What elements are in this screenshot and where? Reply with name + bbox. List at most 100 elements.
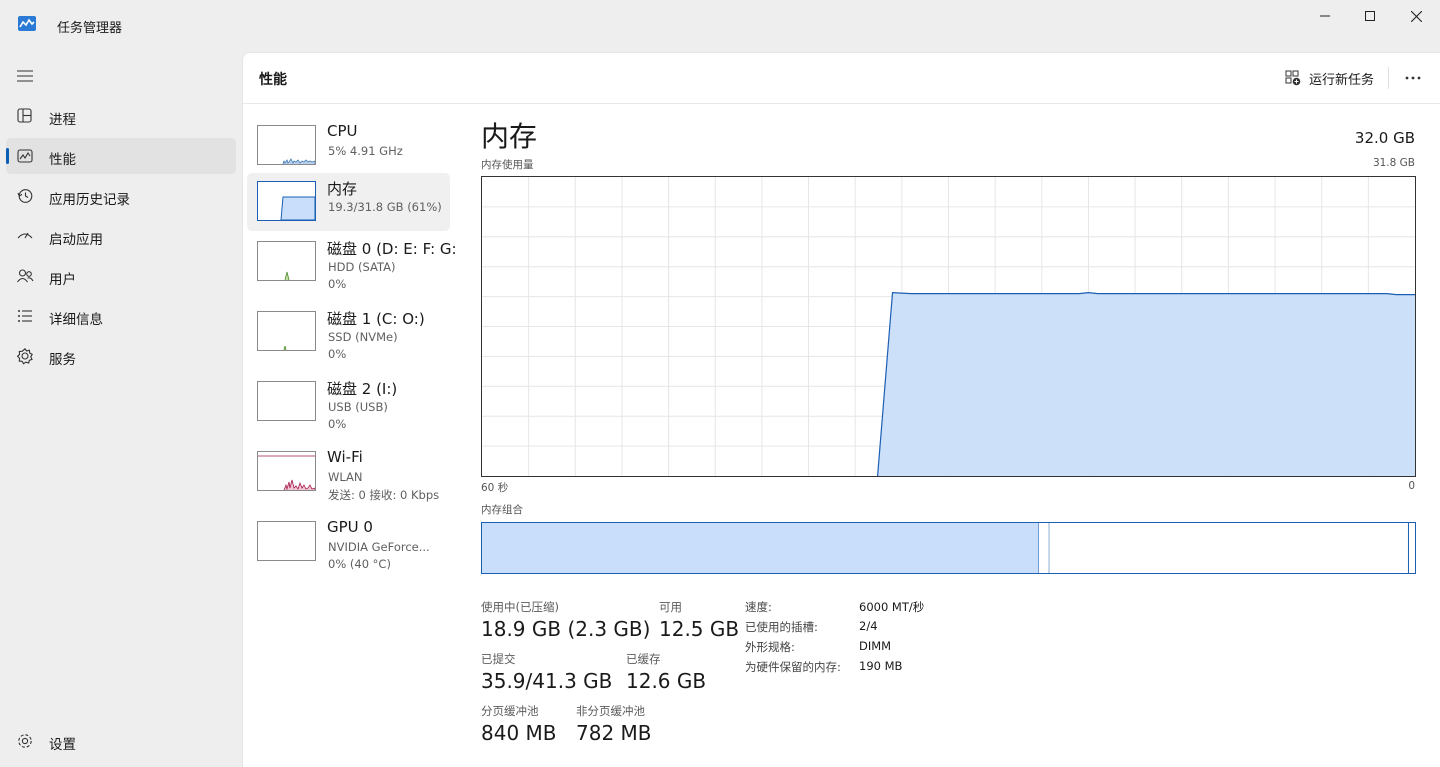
form-factor-value: DIMM <box>859 639 892 653</box>
header-separator <box>1388 67 1389 89</box>
composition-standby-segment <box>1049 523 1409 573</box>
nav-item-startup-apps[interactable]: 启动应用 <box>6 218 236 254</box>
graph-axis-right-label: 0 <box>1408 480 1415 492</box>
form-factor-label: 外形规格: <box>745 640 795 654</box>
more-options-icon <box>1405 76 1421 80</box>
speed-label: 速度: <box>745 600 772 614</box>
device-throughput: 发送: 0 接收: 0 Kbps <box>328 488 440 502</box>
close-icon <box>1410 10 1422 22</box>
device-item-disk-0[interactable]: 磁盘 0 (D: E: F: G: HDD (SATA) 0% <box>247 233 455 291</box>
run-new-task-icon <box>1285 70 1301 86</box>
minimize-button[interactable] <box>1302 0 1348 32</box>
memory-usage-max: 31.8 GB <box>1372 157 1415 169</box>
nav-item-performance[interactable]: 性能 <box>6 138 236 174</box>
startup-apps-icon <box>17 232 33 239</box>
gpu-0-thumbnail-graph <box>257 521 316 561</box>
page-header: 性能 运行新任务 <box>243 53 1440 104</box>
nav-label: 用户 <box>49 272 76 288</box>
in-use-value: 18.9 GB (2.3 GB) <box>481 617 651 641</box>
nav-item-details[interactable]: 详细信息 <box>6 298 236 334</box>
device-detail: 19.3/31.8 GB (61%) <box>328 200 442 214</box>
memory-composition-bar <box>481 522 1416 574</box>
hamburger-icon <box>17 70 33 82</box>
device-detail: WLAN <box>328 470 363 484</box>
page-title: 性能 <box>259 72 287 88</box>
nav-label: 启动应用 <box>49 232 103 248</box>
nav-label: 服务 <box>49 352 76 368</box>
active-indicator <box>6 148 9 164</box>
nav-label: 详细信息 <box>49 312 103 328</box>
more-options-button[interactable] <box>1393 63 1433 93</box>
nav-label: 应用历史记录 <box>49 192 130 208</box>
available-label: 可用 <box>659 600 682 614</box>
memory-usage-area <box>877 292 1415 476</box>
processes-icon <box>17 108 32 123</box>
device-usage: 0% (40 °C) <box>328 557 391 571</box>
device-name: 磁盘 1 (C: O:) <box>327 310 425 328</box>
nav-item-settings[interactable]: 设置 <box>6 723 236 759</box>
settings-gear-icon <box>18 734 32 748</box>
wifi-thumbnail-graph <box>257 451 316 491</box>
details-icon <box>18 310 32 322</box>
device-name: Wi-Fi <box>327 448 363 466</box>
composition-in-use-segment <box>482 523 1040 573</box>
nav-item-services[interactable]: 服务 <box>6 338 236 374</box>
device-usage: 0% <box>328 417 347 431</box>
slots-used-value: 2/4 <box>859 619 878 633</box>
close-button[interactable] <box>1393 0 1439 32</box>
composition-modified-segment <box>1039 523 1050 573</box>
nav-item-processes[interactable]: 进程 <box>6 98 236 134</box>
nav-label: 设置 <box>49 737 76 753</box>
main-panel: 性能 运行新任务 CPU 5% 4.91 GHz 内存 19.3/31.8 GB… <box>242 52 1440 767</box>
device-name: 磁盘 2 (I:) <box>327 380 398 398</box>
title-bar: 任务管理器 <box>0 0 1440 52</box>
paged-pool-label: 分页缓冲池 <box>481 704 539 718</box>
disk-0-thumbnail-graph <box>257 241 316 281</box>
maximize-button[interactable] <box>1347 0 1393 32</box>
device-item-wifi[interactable]: Wi-Fi WLAN 发送: 0 接收: 0 Kbps <box>247 443 450 502</box>
minimize-icon <box>1320 15 1330 17</box>
in-use-label: 使用中(已压缩) <box>481 600 559 614</box>
maximize-icon <box>1365 11 1375 21</box>
nonpaged-pool-label: 非分页缓冲池 <box>576 704 645 718</box>
device-detail: NVIDIA GeForce... <box>328 540 430 554</box>
hardware-reserved-label: 为硬件保留的内存: <box>745 660 841 674</box>
memory-usage-graph <box>481 176 1416 477</box>
device-item-disk-1[interactable]: 磁盘 1 (C: O:) SSD (NVMe) 0% <box>247 303 450 361</box>
device-item-gpu-0[interactable]: GPU 0 NVIDIA GeForce... 0% (40 °C) <box>247 513 450 571</box>
cached-label: 已缓存 <box>626 652 661 666</box>
services-icon <box>16 347 33 365</box>
nav-label: 进程 <box>49 112 76 128</box>
memory-title: 内存 <box>481 120 538 153</box>
performance-icon <box>17 149 33 163</box>
device-name: 内存 <box>327 180 358 198</box>
nav-menu-button[interactable] <box>6 60 44 92</box>
cached-value: 12.6 GB <box>626 669 707 693</box>
disk-2-thumbnail-graph <box>257 381 316 421</box>
run-new-task-button[interactable]: 运行新任务 <box>1285 63 1374 93</box>
nav-item-users[interactable]: 用户 <box>6 258 236 294</box>
nav-label: 性能 <box>49 152 76 168</box>
nav-item-app-history[interactable]: 应用历史记录 <box>6 178 236 214</box>
window-title: 任务管理器 <box>57 21 123 36</box>
device-name: GPU 0 <box>327 518 373 536</box>
slots-used-label: 已使用的插槽: <box>745 620 818 634</box>
task-manager-app-icon <box>18 16 36 31</box>
app-history-icon <box>17 189 33 203</box>
memory-usage-label: 内存使用量 <box>481 159 534 171</box>
disk-1-thumbnail-graph <box>257 311 316 351</box>
device-usage: 0% <box>328 347 347 361</box>
cpu-thumbnail-graph <box>257 125 316 165</box>
device-item-disk-2[interactable]: 磁盘 2 (I:) USB (USB) 0% <box>247 373 450 431</box>
device-usage: 0% <box>328 277 347 291</box>
hardware-reserved-value: 190 MB <box>859 659 903 673</box>
navigation-pane: 进程 性能 应用历史记录 启动应用 用户 详细信息 服务 设置 <box>0 52 242 766</box>
device-item-memory[interactable]: 内存 19.3/31.8 GB (61%) <box>247 173 450 231</box>
run-new-task-label: 运行新任务 <box>1309 72 1375 88</box>
device-item-cpu[interactable]: CPU 5% 4.91 GHz <box>247 117 450 175</box>
device-detail: HDD (SATA) <box>328 260 396 274</box>
nonpaged-pool-value: 782 MB <box>576 721 652 745</box>
users-icon <box>17 269 34 283</box>
paged-pool-value: 840 MB <box>481 721 557 745</box>
device-name: CPU <box>327 122 358 140</box>
